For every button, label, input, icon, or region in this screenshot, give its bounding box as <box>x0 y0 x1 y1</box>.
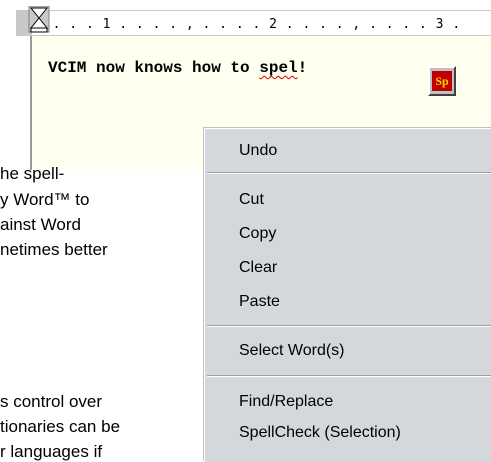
menu-item-spellcheck-selection[interactable]: SpellCheck (Selection) <box>239 424 401 442</box>
editor-left-border <box>16 36 32 170</box>
bg-text-line-7: r languages if <box>0 442 103 461</box>
menu-item-select-words[interactable]: Select Word(s) <box>239 342 345 360</box>
ruler-ticks: . . . . 1 . . . . , . . . . 2 . . . . , … <box>36 17 461 32</box>
editor-text-line[interactable]: VCIM now knows how to spel! <box>48 59 307 77</box>
bg-text-line-1: he spell- <box>0 164 65 183</box>
editor-text-after: ! <box>297 59 308 77</box>
menu-item-find-replace[interactable]: Find/Replace <box>239 393 333 411</box>
ruler: . . . . 1 . . . . , . . . . 2 . . . . , … <box>16 10 491 36</box>
menu-separator <box>207 375 491 377</box>
bg-text-line-2: y Word™ to <box>0 190 90 209</box>
spellcheck-icon: Sp <box>432 71 452 91</box>
editor-text-before: VCIM now knows how to <box>48 59 260 77</box>
bg-text-line-4: netimes better <box>0 240 108 259</box>
menu-item-clear[interactable]: Clear <box>239 259 277 277</box>
menu-item-cut[interactable]: Cut <box>239 191 264 209</box>
menu-item-copy[interactable]: Copy <box>239 225 276 243</box>
context-menu: Undo Cut Copy Clear Paste Select Word(s)… <box>204 128 491 462</box>
misspelled-word[interactable]: spel <box>259 59 297 77</box>
menu-separator <box>207 172 491 174</box>
bg-text-line-6: tionaries can be <box>0 417 121 436</box>
menu-item-undo[interactable]: Undo <box>239 142 277 160</box>
bg-text-line-5: s control over <box>0 392 103 411</box>
spellcheck-button[interactable]: Sp <box>428 66 456 96</box>
bg-text-line-3: ainst Word <box>0 215 81 234</box>
menu-separator <box>207 325 491 327</box>
menu-item-paste[interactable]: Paste <box>239 293 280 311</box>
indent-marker-icon[interactable] <box>28 6 50 34</box>
